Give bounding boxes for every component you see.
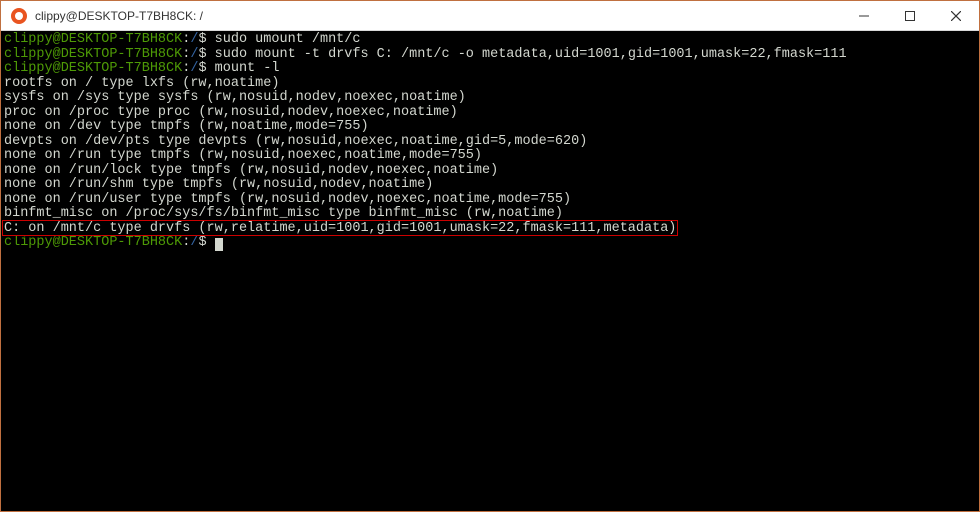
minimize-button[interactable] (841, 1, 887, 30)
prompt-dollar: $ (198, 47, 214, 62)
cursor (215, 238, 223, 251)
output-line: none on /dev type tmpfs (rw,noatime,mode… (4, 120, 976, 135)
command-text: sudo mount -t drvfs C: /mnt/c -o metadat… (215, 47, 847, 62)
command-line: clippy@DESKTOP-T7BH8CK:/$ sudo umount /m… (4, 33, 976, 48)
output-line: proc on /proc type proc (rw,nosuid,nodev… (4, 106, 976, 121)
close-icon (951, 11, 961, 21)
titlebar[interactable]: clippy@DESKTOP-T7BH8CK: / (1, 1, 979, 31)
prompt-userhost: clippy@DESKTOP-T7BH8CK (4, 47, 182, 62)
output-line: binfmt_misc on /proc/sys/fs/binfmt_misc … (4, 207, 976, 222)
prompt-dollar: $ (198, 61, 214, 76)
output-line: devpts on /dev/pts type devpts (rw,nosui… (4, 135, 976, 150)
window-controls (841, 1, 979, 30)
maximize-button[interactable] (887, 1, 933, 30)
command-line: clippy@DESKTOP-T7BH8CK:/$ mount -l (4, 62, 976, 77)
command-text: mount -l (215, 61, 280, 76)
prompt-dollar: $ (198, 32, 214, 47)
prompt-userhost: clippy@DESKTOP-T7BH8CK (4, 32, 182, 47)
minimize-icon (859, 11, 869, 21)
ubuntu-icon (11, 8, 27, 24)
output-line: C: on /mnt/c type drvfs (rw,relatime,uid… (4, 222, 976, 237)
output-line: none on /run/user type tmpfs (rw,nosuid,… (4, 193, 976, 208)
terminal-window: clippy@DESKTOP-T7BH8CK: / clippy@DESKTOP… (0, 0, 980, 512)
close-button[interactable] (933, 1, 979, 30)
output-line: none on /run/lock type tmpfs (rw,nosuid,… (4, 164, 976, 179)
prompt-dollar: $ (198, 235, 214, 250)
output-line: sysfs on /sys type sysfs (rw,nosuid,node… (4, 91, 976, 106)
terminal-body[interactable]: clippy@DESKTOP-T7BH8CK:/$ sudo umount /m… (1, 31, 979, 511)
output-line: none on /run type tmpfs (rw,nosuid,noexe… (4, 149, 976, 164)
prompt-userhost: clippy@DESKTOP-T7BH8CK (4, 61, 182, 76)
output-line: none on /run/shm type tmpfs (rw,nosuid,n… (4, 178, 976, 193)
prompt-line: clippy@DESKTOP-T7BH8CK:/$ (4, 236, 976, 251)
maximize-icon (905, 11, 915, 21)
command-text: sudo umount /mnt/c (215, 32, 361, 47)
output-line: rootfs on / type lxfs (rw,noatime) (4, 77, 976, 92)
window-title: clippy@DESKTOP-T7BH8CK: / (35, 9, 203, 23)
command-line: clippy@DESKTOP-T7BH8CK:/$ sudo mount -t … (4, 48, 976, 63)
prompt-userhost: clippy@DESKTOP-T7BH8CK (4, 235, 182, 250)
